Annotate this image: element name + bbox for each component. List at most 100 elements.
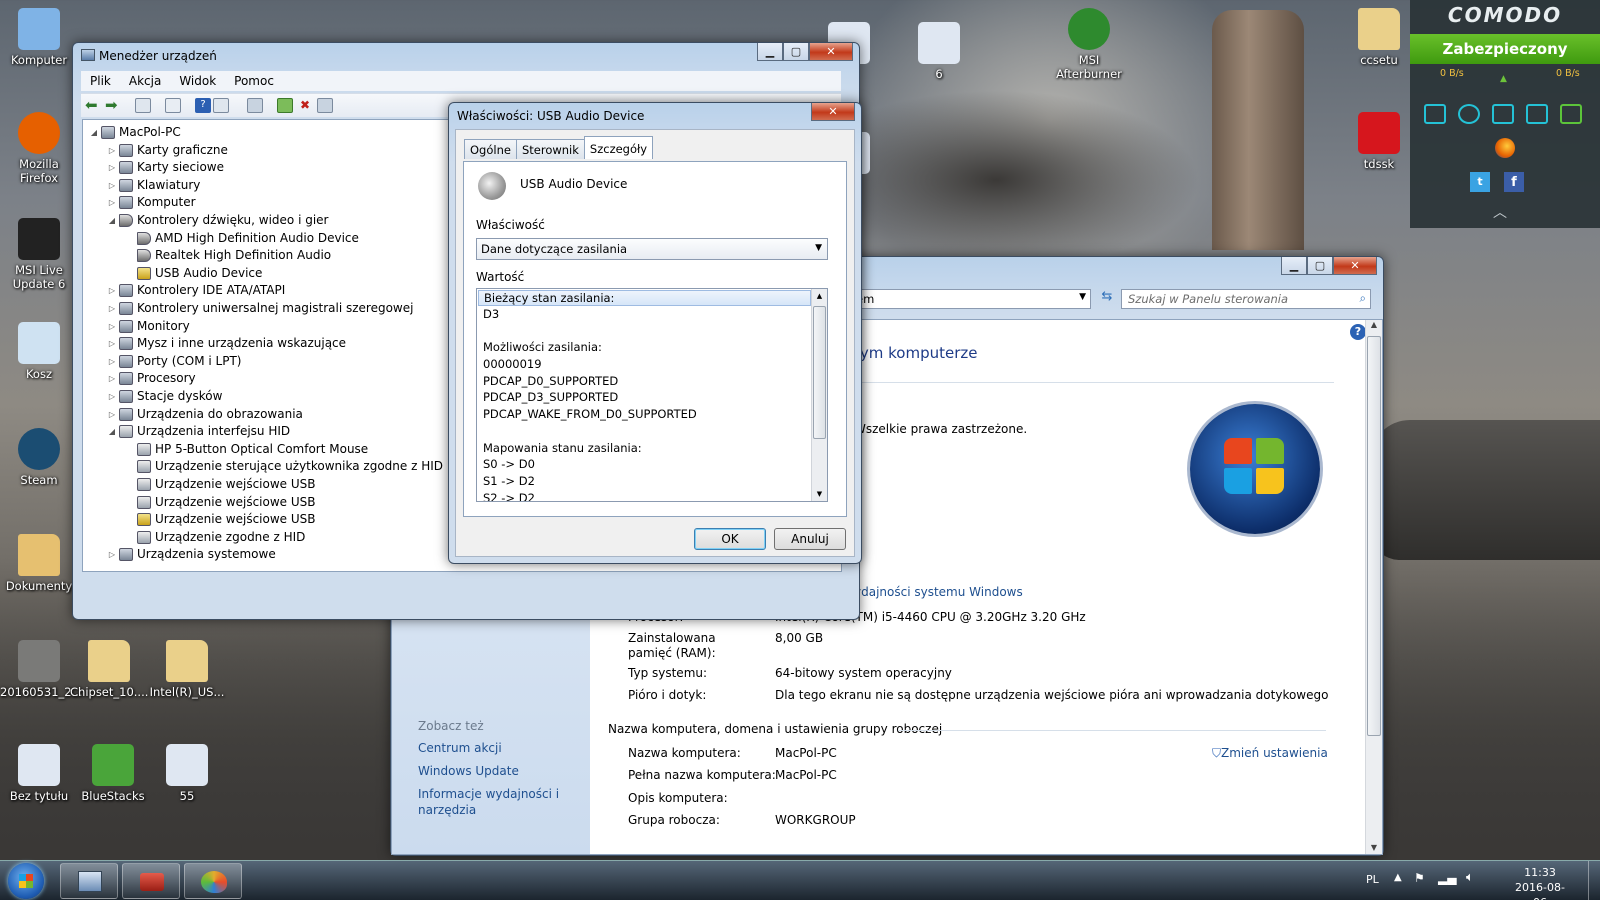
desktop-icon[interactable]: BlueStacks: [74, 744, 152, 803]
tree-node[interactable]: Urządzenie wejściowe USB: [125, 476, 316, 493]
comodo-sandbox-icon[interactable]: [1458, 104, 1480, 124]
close-button[interactable]: ✕: [811, 103, 855, 121]
volume-icon[interactable]: 🔈︎: [1466, 870, 1474, 885]
link-action-center[interactable]: Centrum akcji: [418, 740, 502, 756]
maximize-button[interactable]: ▢: [1307, 257, 1333, 275]
tree-node[interactable]: ▷ Komputer: [107, 194, 196, 211]
tree-node[interactable]: ▷ Mysz i inne urządzenia wskazujące: [107, 335, 346, 352]
properties-icon[interactable]: [165, 98, 181, 113]
value-row[interactable]: Możliwości zasilania:: [477, 339, 827, 356]
value-row[interactable]: PDCAP_D0_SUPPORTED: [477, 373, 827, 390]
expand-toggle-icon[interactable]: ▷: [107, 159, 117, 176]
collapse-chevron-icon[interactable]: ︿: [1493, 202, 1507, 222]
expand-toggle-icon[interactable]: ▷: [107, 388, 117, 405]
value-row[interactable]: Bieżący stan zasilania:: [478, 290, 811, 306]
search-input[interactable]: Szukaj w Panelu sterowania ⌕: [1121, 289, 1371, 309]
tree-node[interactable]: HP 5-Button Optical Comfort Mouse: [125, 441, 368, 458]
desktop-icon[interactable]: MSI Afterburner: [1050, 8, 1128, 81]
menu-action[interactable]: Akcja: [120, 71, 170, 91]
scroll-thumb[interactable]: [1367, 336, 1381, 736]
rating-link[interactable]: ydajności systemu Windows: [854, 584, 1023, 600]
tree-node[interactable]: USB Audio Device: [125, 265, 262, 282]
tree-node[interactable]: Urządzenie wejściowe USB: [125, 494, 316, 511]
tree-node[interactable]: Urządzenie sterujące użytkownika zgodne …: [125, 458, 443, 475]
tree-node[interactable]: ▷ Klawiatury: [107, 177, 200, 194]
scroll-up-icon[interactable]: ▲: [812, 289, 827, 303]
tree-node[interactable]: ◢ Urządzenia interfejsu HID: [107, 423, 290, 440]
value-row[interactable]: Mapowania stanu zasilania:: [477, 440, 827, 457]
tree-node[interactable]: ▷ Procesory: [107, 370, 196, 387]
cp-scrollbar[interactable]: ▲ ▼: [1365, 320, 1382, 854]
tree-node[interactable]: ▷ Porty (COM i LPT): [107, 353, 241, 370]
maximize-button[interactable]: ▢: [783, 43, 809, 61]
expand-toggle-icon[interactable]: ▷: [107, 142, 117, 159]
desktop-icon[interactable]: Kosz: [0, 322, 78, 381]
desktop-icon[interactable]: Mozilla Firefox: [0, 112, 78, 185]
update-driver-icon[interactable]: [277, 98, 293, 113]
network-icon[interactable]: ▂▄: [1438, 871, 1456, 885]
expand-toggle-icon[interactable]: ▷: [107, 177, 117, 194]
tree-node[interactable]: ▷ Urządzenia systemowe: [107, 546, 276, 563]
tree-node[interactable]: ◢ Kontrolery dźwięku, wideo i gier: [107, 212, 328, 229]
language-indicator[interactable]: PL: [1366, 873, 1379, 886]
minimize-button[interactable]: ▁: [1281, 257, 1307, 275]
expand-toggle-icon[interactable]: ▷: [107, 282, 117, 299]
comodo-kiosk-icon[interactable]: [1492, 104, 1514, 124]
help-icon[interactable]: ?: [1350, 324, 1366, 340]
expand-toggle-icon[interactable]: ▷: [107, 318, 117, 335]
uninstall-icon[interactable]: ✖: [297, 98, 313, 113]
show-hide-tree-icon[interactable]: [135, 98, 151, 113]
start-button[interactable]: [8, 863, 44, 899]
expand-toggle-icon[interactable]: ▷: [107, 370, 117, 387]
value-row[interactable]: S2 -> D2: [477, 490, 827, 501]
comodo-status[interactable]: Zabezpieczony: [1410, 34, 1600, 64]
clock[interactable]: 11:33 2016-08-06: [1510, 865, 1570, 900]
taskbar-toolbox[interactable]: [122, 863, 180, 899]
value-row[interactable]: D3: [477, 306, 827, 323]
desktop-icon[interactable]: 6: [900, 22, 978, 81]
desktop-icon[interactable]: tdssk: [1340, 112, 1418, 171]
tree-node[interactable]: ◢ MacPol-PC: [89, 124, 181, 141]
desktop-icon[interactable]: ccsetu: [1340, 8, 1418, 67]
facebook-icon[interactable]: f: [1504, 172, 1524, 192]
tab-driver[interactable]: Sterownik: [515, 139, 585, 159]
link-performance[interactable]: Informacje wydajności i narzędzia: [418, 786, 568, 818]
tab-general[interactable]: Ogólne: [464, 139, 517, 159]
comodo-support-icon[interactable]: [1560, 104, 1582, 124]
comodo-disk-icon[interactable]: [1526, 104, 1548, 124]
scan-hardware-icon[interactable]: [247, 98, 263, 113]
ok-button[interactable]: OK: [694, 528, 766, 550]
view-icon[interactable]: [213, 98, 229, 113]
close-button[interactable]: ✕: [1333, 257, 1377, 275]
value-scrollbar[interactable]: ▲ ▼: [811, 289, 827, 501]
scroll-down-icon[interactable]: ▼: [812, 487, 827, 501]
cancel-button[interactable]: Anuluj: [774, 528, 846, 550]
value-row[interactable]: [477, 323, 827, 340]
value-row[interactable]: S0 -> D0: [477, 456, 827, 473]
menu-file[interactable]: Plik: [81, 71, 120, 91]
value-row[interactable]: PDCAP_WAKE_FROM_D0_SUPPORTED: [477, 406, 827, 423]
tree-node[interactable]: Urządzenie zgodne z HID: [125, 529, 305, 546]
scroll-down-icon[interactable]: ▼: [1366, 843, 1382, 852]
desktop-icon[interactable]: 55: [148, 744, 226, 803]
expand-toggle-icon[interactable]: ▷: [107, 335, 117, 352]
device-manager-titlebar[interactable]: Menedżer urządzeń: [81, 49, 217, 63]
link-windows-update[interactable]: Windows Update: [418, 763, 519, 779]
action-center-flag-icon[interactable]: ⚑: [1414, 871, 1425, 885]
desktop-icon[interactable]: Steam: [0, 428, 78, 487]
property-select[interactable]: Dane dotyczące zasilania ▼: [476, 238, 828, 260]
refresh-icon[interactable]: ⇆: [1097, 289, 1117, 309]
tree-node[interactable]: ▷ Karty sieciowe: [107, 159, 224, 176]
expand-toggle-icon[interactable]: ◢: [107, 423, 117, 440]
firefox-icon[interactable]: [1495, 138, 1515, 158]
scroll-up-icon[interactable]: ▲: [1366, 320, 1382, 329]
expand-toggle-icon[interactable]: ▷: [107, 300, 117, 317]
close-button[interactable]: ✕: [809, 43, 853, 61]
address-bar[interactable]: em ▼: [851, 289, 1091, 309]
disable-icon[interactable]: [317, 98, 333, 113]
tab-details[interactable]: Szczegóły: [583, 136, 654, 159]
tree-node[interactable]: ▷ Karty graficzne: [107, 142, 228, 159]
desktop-icon[interactable]: Chipset_10....: [70, 640, 148, 699]
desktop-icon[interactable]: 20160531_2...: [0, 640, 83, 699]
desktop-icon[interactable]: Dokumenty: [0, 534, 78, 593]
